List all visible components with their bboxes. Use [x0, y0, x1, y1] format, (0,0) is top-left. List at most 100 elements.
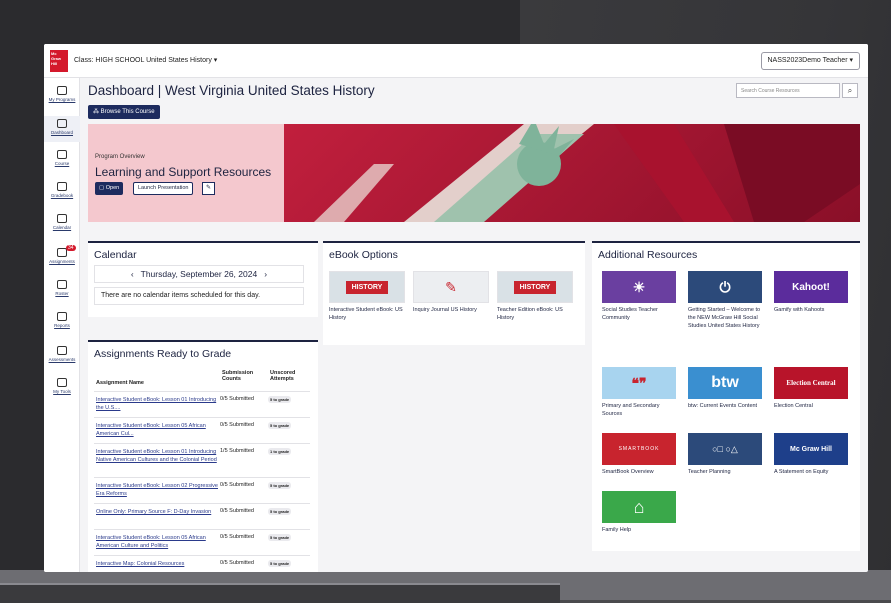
- ebook-label: Teacher Edition eBook: US History: [497, 307, 563, 321]
- sidebar-item-assessments[interactable]: Assessments: [44, 346, 80, 362]
- submission-count: 0/5 Submitted: [220, 534, 254, 540]
- tools-icon: [57, 378, 67, 387]
- search-button[interactable]: ⌕: [842, 83, 858, 98]
- gradebook-icon: [57, 182, 67, 191]
- chevron-right-icon[interactable]: ›: [264, 269, 267, 279]
- resource-item[interactable]: ○□ ○△ Teacher Planning: [688, 433, 766, 476]
- second-tablet-edge: [0, 583, 560, 603]
- assessment-icon: [57, 346, 67, 355]
- banner-graphic: [314, 124, 860, 222]
- to-grade-badge[interactable]: 5 to grade: [268, 560, 292, 567]
- assignment-link[interactable]: Interactive Student eBook: Lesson 01 Int…: [96, 448, 218, 464]
- resource-label: SmartBook Overview: [602, 469, 654, 475]
- resource-item[interactable]: ⌂ Family Help: [602, 491, 680, 534]
- table-row: Interactive Student eBook: Lesson 01 Int…: [94, 391, 310, 417]
- table-row: Interactive Student eBook: Lesson 01 Int…: [94, 443, 310, 477]
- sidebar-item-course[interactable]: Course: [44, 150, 80, 166]
- sidebar-item-label: Roster: [55, 291, 69, 296]
- col-header-name: Assignment Name: [96, 380, 144, 386]
- resource-item[interactable]: SMARTBOOK SmartBook Overview: [602, 433, 680, 476]
- program-overview-banner: Program Overview Learning and Support Re…: [88, 124, 860, 222]
- ebook-cover-text: HISTORY: [513, 280, 557, 294]
- resource-item[interactable]: Kahoot! Gamify with Kahoots: [774, 271, 852, 314]
- sidebar-item-gradebook[interactable]: Gradebook: [44, 182, 80, 198]
- resource-label: Family Help: [602, 527, 632, 533]
- edit-button[interactable]: ✎: [202, 182, 215, 195]
- sidebar-item-label: My Tools: [53, 389, 71, 394]
- ebook-item[interactable]: ✎ Inquiry Journal US History: [413, 271, 489, 314]
- banner-overview-label: Program Overview: [95, 154, 145, 160]
- assignments-card: Assignments Ready to Grade Assignment Na…: [88, 340, 318, 572]
- calendar-date-nav: ‹ Thursday, September 26, 2024 ›: [94, 265, 304, 283]
- class-selector[interactable]: Class: HIGH SCHOOL United States History…: [74, 56, 217, 64]
- chart-icon: [57, 312, 67, 321]
- resource-item[interactable]: ⏻ Getting Started – Welcome to the NEW M…: [688, 271, 766, 330]
- assignment-link[interactable]: Interactive Student eBook: Lesson 01 Int…: [96, 396, 218, 412]
- to-grade-badge[interactable]: 1 to grade: [268, 448, 292, 455]
- resource-label: btw: Current Events Content: [688, 403, 758, 409]
- to-grade-badge[interactable]: 5 to grade: [268, 396, 292, 403]
- assignment-link[interactable]: Interactive Map: Colonial Resources: [96, 560, 218, 568]
- journal-icon: ✎: [445, 278, 457, 295]
- shapes-icon: ○□ ○△: [688, 433, 762, 465]
- open-icon: ▢: [99, 185, 106, 191]
- calendar-empty-message: There are no calendar items scheduled fo…: [94, 287, 304, 305]
- col-header-counts: Submission Counts: [222, 370, 254, 382]
- resource-item[interactable]: ❝❞ Primary and Secondary Sources: [602, 367, 680, 418]
- browse-course-label: Browse This Course: [100, 109, 155, 115]
- ebook-item[interactable]: HISTORY Interactive Student eBook: US Hi…: [329, 271, 405, 322]
- to-grade-badge[interactable]: 5 to grade: [268, 482, 292, 489]
- to-grade-badge[interactable]: 5 to grade: [268, 534, 292, 541]
- sidebar-item-my-tools[interactable]: My Tools: [44, 378, 80, 394]
- ebook-label: Interactive Student eBook: US History: [329, 307, 403, 321]
- to-grade-badge[interactable]: 5 to grade: [268, 422, 292, 429]
- assignment-link[interactable]: Interactive Student eBook: Lesson 05 Afr…: [96, 422, 218, 438]
- submission-count: 0/5 Submitted: [220, 560, 254, 566]
- sidebar-item-dashboard[interactable]: Dashboard: [44, 116, 80, 142]
- mcgraw-hill-logo[interactable]: Mc Graw Hill: [50, 50, 68, 72]
- resource-item[interactable]: Election Central Election Central: [774, 367, 852, 410]
- ebook-cover: HISTORY: [329, 271, 405, 303]
- resource-item[interactable]: ☀ Social Studies Teacher Community: [602, 271, 680, 322]
- sidebar-item-roster[interactable]: Roster: [44, 280, 80, 296]
- ebook-cover: HISTORY: [497, 271, 573, 303]
- statue-of-liberty-image: [284, 124, 860, 222]
- assignment-link[interactable]: Interactive Student eBook: Lesson 02 Pro…: [96, 482, 218, 498]
- submission-count: 0/5 Submitted: [220, 422, 254, 428]
- assignment-link[interactable]: Interactive Student eBook: Lesson 05 Afr…: [96, 534, 218, 550]
- sidebar-item-assignments[interactable]: 34 Assignments: [44, 245, 80, 264]
- to-grade-badge[interactable]: 5 to grade: [268, 508, 292, 515]
- calendar-title: Calendar: [94, 249, 137, 261]
- resource-item[interactable]: btw btw: Current Events Content: [688, 367, 766, 410]
- ebook-label: Inquiry Journal US History: [413, 307, 477, 313]
- sidebar-item-reports[interactable]: Reports: [44, 312, 80, 328]
- sidebar-item-label: Gradebook: [50, 193, 74, 198]
- sidebar: My Programs Dashboard Course Gradebook C…: [44, 78, 80, 572]
- ebook-title: eBook Options: [329, 249, 398, 261]
- quote-icon: ❝❞: [602, 367, 676, 399]
- assignments-count-badge: 34: [66, 245, 76, 251]
- resource-thumb: ☀: [602, 271, 676, 303]
- open-button[interactable]: ▢ Open: [95, 182, 124, 195]
- chevron-left-icon[interactable]: ‹: [131, 269, 134, 279]
- search-icon: ⌕: [847, 86, 853, 95]
- launch-presentation-button[interactable]: Launch Presentation: [133, 182, 194, 195]
- table-row: Interactive Student eBook: Lesson 05 Afr…: [94, 417, 310, 443]
- sidebar-item-calendar[interactable]: Calendar: [44, 214, 80, 230]
- sidebar-item-my-programs[interactable]: My Programs: [44, 86, 80, 102]
- ebook-item[interactable]: HISTORY Teacher Edition eBook: US Histor…: [497, 271, 573, 322]
- election-central-logo: Election Central: [774, 367, 848, 399]
- app-screen: Mc Graw Hill Class: HIGH SCHOOL United S…: [44, 44, 868, 572]
- table-row: Interactive Map: Colonial Resources 0/5 …: [94, 555, 310, 572]
- tree-icon: ⁂: [93, 109, 101, 115]
- user-menu-button[interactable]: NASS2023Demo Teacher ▾: [760, 52, 860, 70]
- search-input[interactable]: Search Course Resources: [736, 83, 840, 98]
- assignment-link[interactable]: Online Only: Primary Source F: D-Day Inv…: [96, 508, 218, 516]
- browse-course-button[interactable]: ⁂ Browse This Course: [88, 105, 160, 119]
- dashboard-icon: [57, 119, 67, 128]
- main-content: Dashboard | West Virginia United States …: [80, 78, 868, 572]
- resource-label: Gamify with Kahoots: [774, 307, 825, 313]
- smartbook-logo: SMARTBOOK: [602, 433, 676, 465]
- resource-item[interactable]: Mc Graw Hill A Statement on Equity: [774, 433, 852, 476]
- open-label: Open: [105, 185, 120, 191]
